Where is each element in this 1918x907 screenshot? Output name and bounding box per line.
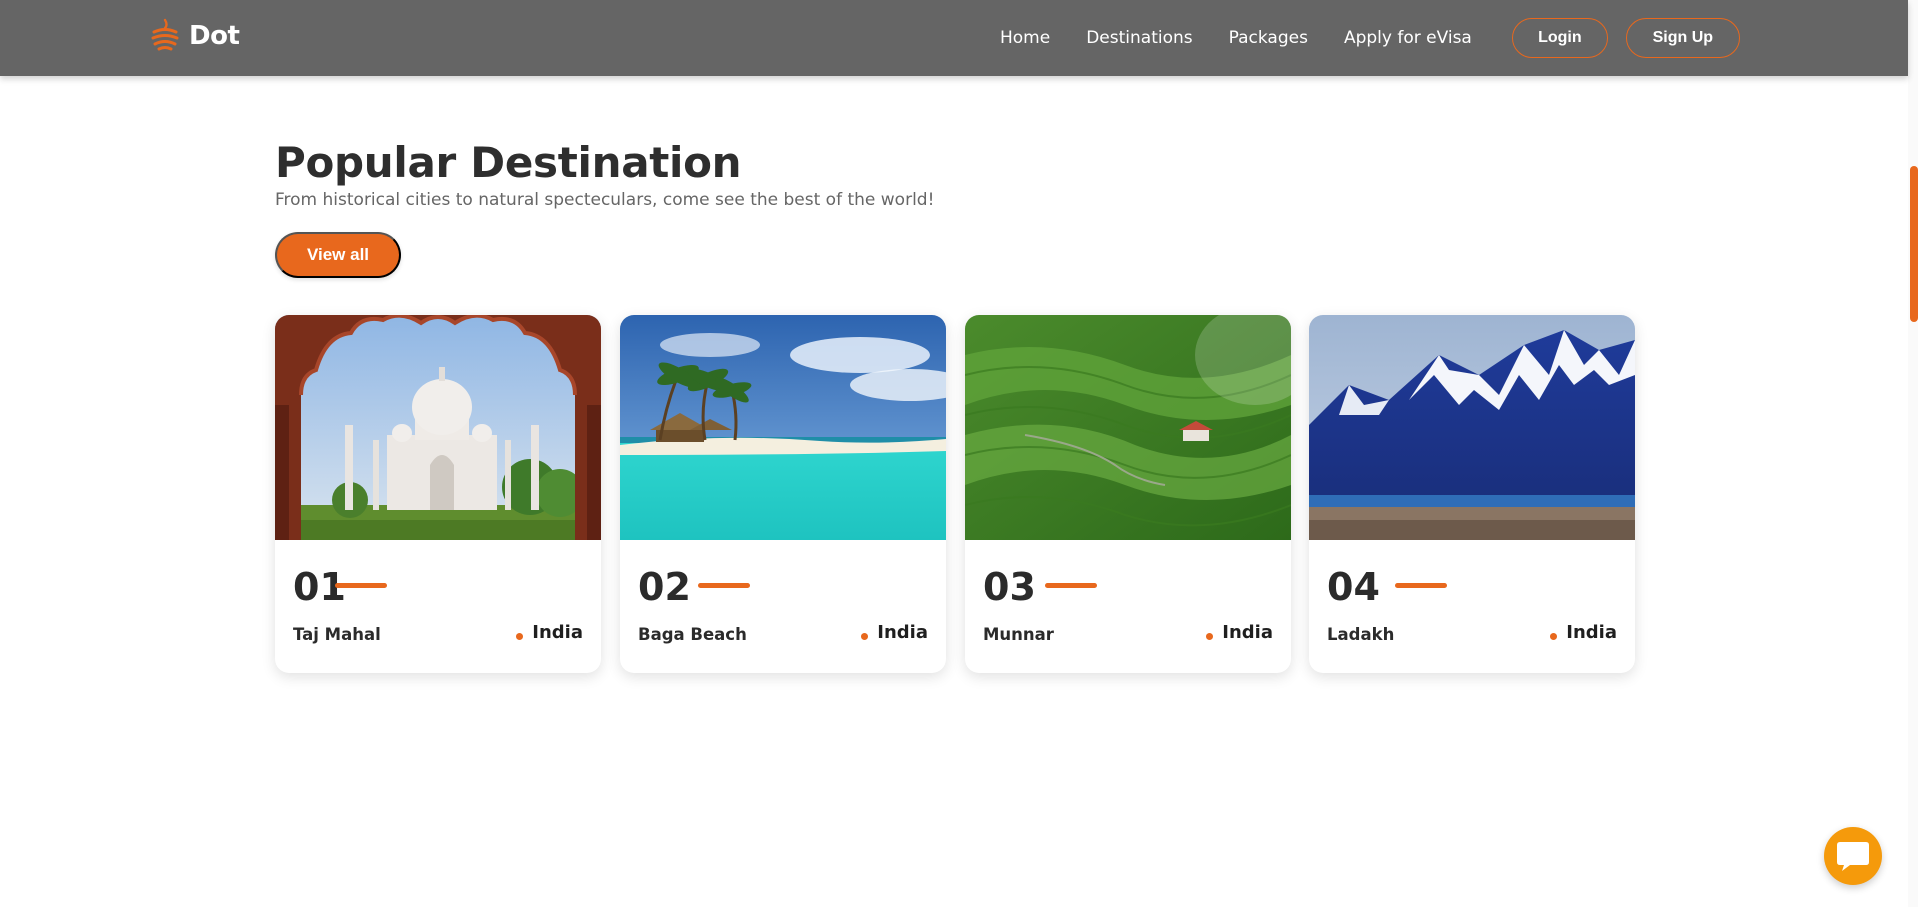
destination-card[interactable]: 02 Baga Beach India	[620, 315, 946, 673]
location-dot-icon	[1206, 633, 1213, 640]
view-all-button[interactable]: View all	[275, 232, 401, 278]
card-country: India	[1566, 622, 1617, 643]
top-navbar: Dot Home Destinations Packages Apply for…	[0, 0, 1908, 76]
nav-link-apply-evisa[interactable]: Apply for eVisa	[1344, 28, 1472, 48]
page-scrollbar[interactable]	[1908, 0, 1918, 907]
destination-cards: 01 Taj Mahal India 02 Baga Beach India 0…	[275, 315, 1635, 673]
section-subtitle: From historical cities to natural specte…	[275, 190, 935, 210]
nav-link-destinations[interactable]: Destinations	[1086, 28, 1192, 48]
card-number: 02	[638, 565, 691, 609]
destination-card[interactable]: 03 Munnar India	[965, 315, 1291, 673]
card-country: India	[1222, 622, 1273, 643]
location-dot-icon	[1550, 633, 1557, 640]
card-destination-name: Taj Mahal	[293, 625, 381, 644]
card-destination-name: Baga Beach	[638, 625, 747, 644]
card-destination-name: Ladakh	[1327, 625, 1395, 644]
scrollbar-thumb[interactable]	[1910, 166, 1918, 322]
card-accent-dash	[698, 583, 750, 588]
card-country: India	[877, 622, 928, 643]
card-accent-dash	[1045, 583, 1097, 588]
card-number: 03	[983, 565, 1036, 609]
brand-logo[interactable]: Dot	[150, 18, 240, 54]
chat-button[interactable]	[1824, 827, 1882, 885]
mountains-lake-photo	[1309, 315, 1635, 540]
card-destination-name: Munnar	[983, 625, 1054, 644]
tea-plantation-photo	[965, 315, 1291, 540]
signup-button[interactable]: Sign Up	[1625, 18, 1740, 58]
section-title: Popular Destination	[275, 138, 742, 187]
location-dot-icon	[861, 633, 868, 640]
beach-photo	[620, 315, 946, 540]
card-accent-dash	[335, 583, 387, 588]
location-dot-icon	[516, 633, 523, 640]
globe-logo-icon	[151, 18, 179, 51]
brand-name: Dot	[189, 21, 240, 51]
nav-link-packages[interactable]: Packages	[1229, 28, 1308, 48]
card-number: 04	[1327, 565, 1380, 609]
chat-bubble-icon	[1837, 842, 1869, 871]
main-nav: Home Destinations Packages Apply for eVi…	[1000, 0, 1740, 76]
login-button[interactable]: Login	[1511, 18, 1608, 58]
card-accent-dash	[1395, 583, 1447, 588]
destination-card[interactable]: 04 Ladakh India	[1309, 315, 1635, 673]
taj-mahal-photo	[275, 315, 601, 540]
card-country: India	[532, 622, 583, 643]
nav-link-home[interactable]: Home	[1000, 28, 1050, 48]
destination-card[interactable]: 01 Taj Mahal India	[275, 315, 601, 673]
